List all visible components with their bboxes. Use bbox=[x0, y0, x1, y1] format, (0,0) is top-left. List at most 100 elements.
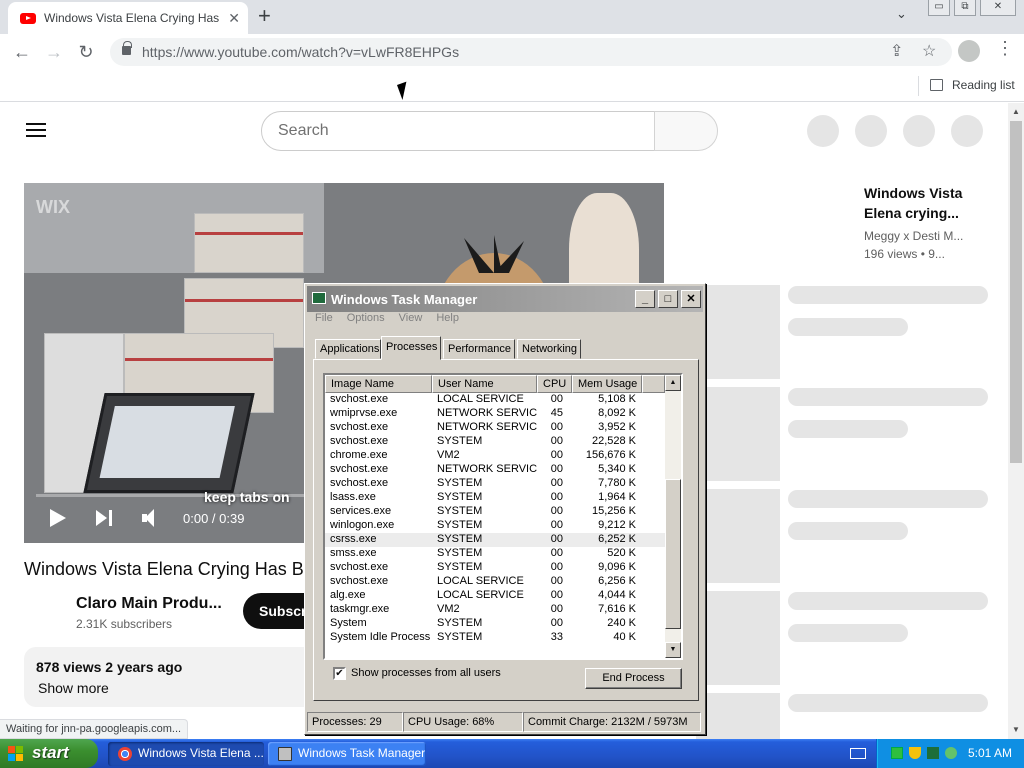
reload-icon[interactable]: ↻ bbox=[74, 40, 98, 64]
table-row[interactable]: lsass.exe SYSTEM 00 1,964 K bbox=[325, 491, 665, 505]
process-image-name: svchost.exe bbox=[330, 575, 389, 587]
scroll-down-icon[interactable]: ▼ bbox=[1012, 725, 1020, 734]
table-row[interactable]: alg.exe LOCAL SERVICE 00 4,044 K bbox=[325, 589, 665, 603]
process-mem-usage: 7,780 K bbox=[598, 477, 636, 489]
header-placeholder-icon[interactable] bbox=[807, 115, 839, 147]
tab-processes[interactable]: Processes bbox=[381, 336, 441, 360]
column-image-name[interactable]: Image Name bbox=[325, 375, 432, 393]
network-icon[interactable] bbox=[891, 747, 903, 759]
window-minimize-button[interactable]: ▭ bbox=[928, 0, 950, 16]
window-close-button[interactable]: ✕ bbox=[980, 0, 1016, 16]
next-icon[interactable] bbox=[96, 510, 114, 526]
scrollbar-thumb[interactable] bbox=[665, 479, 681, 629]
menu-view[interactable]: View bbox=[399, 312, 423, 324]
table-row[interactable]: svchost.exe LOCAL SERVICE 00 5,108 K bbox=[325, 393, 665, 407]
process-list-scrollbar[interactable]: ▲ ▼ bbox=[665, 375, 681, 658]
process-cpu: 00 bbox=[550, 393, 563, 405]
share-icon[interactable]: ⇪ bbox=[890, 41, 903, 61]
column-user-name[interactable]: User Name bbox=[432, 375, 537, 393]
page-scrollbar[interactable]: ▲ ▼ bbox=[1008, 103, 1024, 739]
table-row[interactable]: winlogon.exe SYSTEM 00 9,212 K bbox=[325, 519, 665, 533]
profile-avatar[interactable] bbox=[958, 40, 980, 62]
tab-networking[interactable]: Networking bbox=[517, 339, 581, 359]
scroll-up-icon[interactable]: ▲ bbox=[1012, 107, 1020, 116]
hamburger-menu-icon[interactable] bbox=[26, 123, 46, 137]
channel-name[interactable]: Claro Main Produ... bbox=[76, 595, 222, 613]
menu-options[interactable]: Options bbox=[347, 312, 385, 324]
table-row[interactable]: svchost.exe NETWORK SERVICE 00 3,952 K bbox=[325, 421, 665, 435]
table-row[interactable]: services.exe SYSTEM 00 15,256 K bbox=[325, 505, 665, 519]
back-arrow-icon[interactable]: ← bbox=[10, 40, 34, 64]
table-row[interactable]: csrss.exe SYSTEM 00 6,252 K bbox=[325, 533, 665, 547]
process-cpu: 00 bbox=[550, 519, 563, 531]
scrollbar-thumb[interactable] bbox=[1010, 121, 1022, 463]
end-process-button[interactable]: End Process bbox=[585, 668, 682, 689]
chrome-icon bbox=[118, 747, 132, 761]
browser-toolbar: ← → ↻ https://www.youtube.com/watch?v=vL… bbox=[0, 34, 1024, 70]
table-row[interactable]: svchost.exe SYSTEM 00 9,096 K bbox=[325, 561, 665, 575]
updates-icon[interactable] bbox=[945, 747, 957, 759]
header-placeholder-icon[interactable] bbox=[903, 115, 935, 147]
process-mem-usage: 22,528 K bbox=[591, 435, 636, 447]
search-button[interactable] bbox=[654, 111, 718, 151]
scroll-down-icon[interactable]: ▼ bbox=[665, 642, 681, 658]
show-more-button[interactable]: Show more bbox=[38, 680, 109, 696]
tab-youtube[interactable]: Windows Vista Elena Crying Has BSOD ✕ bbox=[8, 2, 248, 34]
process-user-name: NETWORK SERVICE bbox=[437, 421, 537, 433]
minimize-button[interactable]: _ bbox=[635, 290, 655, 308]
youtube-favicon-icon bbox=[20, 12, 36, 24]
show-all-users-checkbox[interactable]: ✔ bbox=[333, 667, 346, 680]
task-manager-icon bbox=[312, 292, 326, 304]
start-button[interactable]: start bbox=[0, 739, 98, 768]
recommended-video-title[interactable]: Windows Vista Elena crying... bbox=[864, 183, 994, 223]
maximize-button[interactable]: □ bbox=[658, 290, 678, 308]
menu-file[interactable]: File bbox=[315, 312, 333, 324]
bookmark-star-icon[interactable]: ☆ bbox=[922, 41, 936, 61]
header-placeholder-icon[interactable] bbox=[951, 115, 983, 147]
table-row[interactable]: chrome.exe VM2 00 156,676 K bbox=[325, 449, 665, 463]
reading-list-button[interactable]: Reading list bbox=[952, 78, 1015, 92]
process-image-name: svchost.exe bbox=[330, 561, 389, 573]
table-row[interactable]: System SYSTEM 00 240 K bbox=[325, 617, 665, 631]
address-bar[interactable]: https://www.youtube.com/watch?v=vLwFR8EH… bbox=[110, 38, 952, 66]
table-row[interactable]: svchost.exe LOCAL SERVICE 00 6,256 K bbox=[325, 575, 665, 589]
table-row[interactable]: System Idle Process SYSTEM 33 40 K bbox=[325, 631, 665, 645]
process-list[interactable]: Image Name User Name CPU Mem Usage svcho… bbox=[323, 373, 683, 660]
taskbar-button-chrome[interactable]: Windows Vista Elena ... bbox=[108, 742, 264, 766]
process-image-name: svchost.exe bbox=[330, 393, 389, 405]
tab-performance[interactable]: Performance bbox=[443, 339, 515, 359]
menu-help[interactable]: Help bbox=[436, 312, 459, 324]
table-row[interactable]: svchost.exe SYSTEM 00 22,528 K bbox=[325, 435, 665, 449]
process-cpu: 00 bbox=[550, 533, 563, 545]
volume-icon[interactable] bbox=[142, 508, 162, 528]
url-text[interactable]: https://www.youtube.com/watch?v=vLwFR8EH… bbox=[142, 44, 459, 60]
lock-icon[interactable] bbox=[122, 41, 132, 55]
play-icon[interactable] bbox=[50, 509, 66, 527]
chrome-menu-icon[interactable]: ⋮ bbox=[996, 38, 1014, 59]
close-button[interactable]: ✕ bbox=[681, 290, 701, 308]
connection-icon[interactable] bbox=[927, 747, 939, 759]
process-image-name: System Idle Process bbox=[330, 631, 431, 643]
table-row[interactable]: svchost.exe NETWORK SERVICE 00 5,340 K bbox=[325, 463, 665, 477]
process-cpu: 00 bbox=[550, 603, 563, 615]
security-shield-icon[interactable] bbox=[909, 747, 921, 759]
new-tab-button[interactable]: + bbox=[258, 4, 271, 28]
task-manager-titlebar[interactable]: Windows Task Manager _ □ ✕ bbox=[307, 286, 703, 312]
tab-close-icon[interactable]: ✕ bbox=[228, 10, 240, 27]
reading-list-icon[interactable] bbox=[930, 79, 943, 91]
column-cpu[interactable]: CPU bbox=[537, 375, 572, 393]
header-placeholder-icon[interactable] bbox=[855, 115, 887, 147]
table-row[interactable]: smss.exe SYSTEM 00 520 K bbox=[325, 547, 665, 561]
table-row[interactable]: wmiprvse.exe NETWORK SERVICE 45 8,092 K bbox=[325, 407, 665, 421]
scroll-up-icon[interactable]: ▲ bbox=[665, 375, 681, 391]
taskbar-button-task-manager[interactable]: Windows Task Manager bbox=[268, 742, 426, 766]
tab-search-chevron-down-icon[interactable]: ⌄ bbox=[896, 6, 907, 22]
search-input[interactable] bbox=[261, 111, 655, 151]
window-restore-button[interactable]: ⧉ bbox=[954, 0, 976, 16]
tab-applications[interactable]: Applications bbox=[315, 339, 381, 359]
forward-arrow-icon[interactable]: → bbox=[42, 40, 66, 64]
table-row[interactable]: taskmgr.exe VM2 00 7,616 K bbox=[325, 603, 665, 617]
keyboard-icon[interactable] bbox=[850, 748, 866, 759]
column-mem-usage[interactable]: Mem Usage bbox=[572, 375, 642, 393]
table-row[interactable]: svchost.exe SYSTEM 00 7,780 K bbox=[325, 477, 665, 491]
